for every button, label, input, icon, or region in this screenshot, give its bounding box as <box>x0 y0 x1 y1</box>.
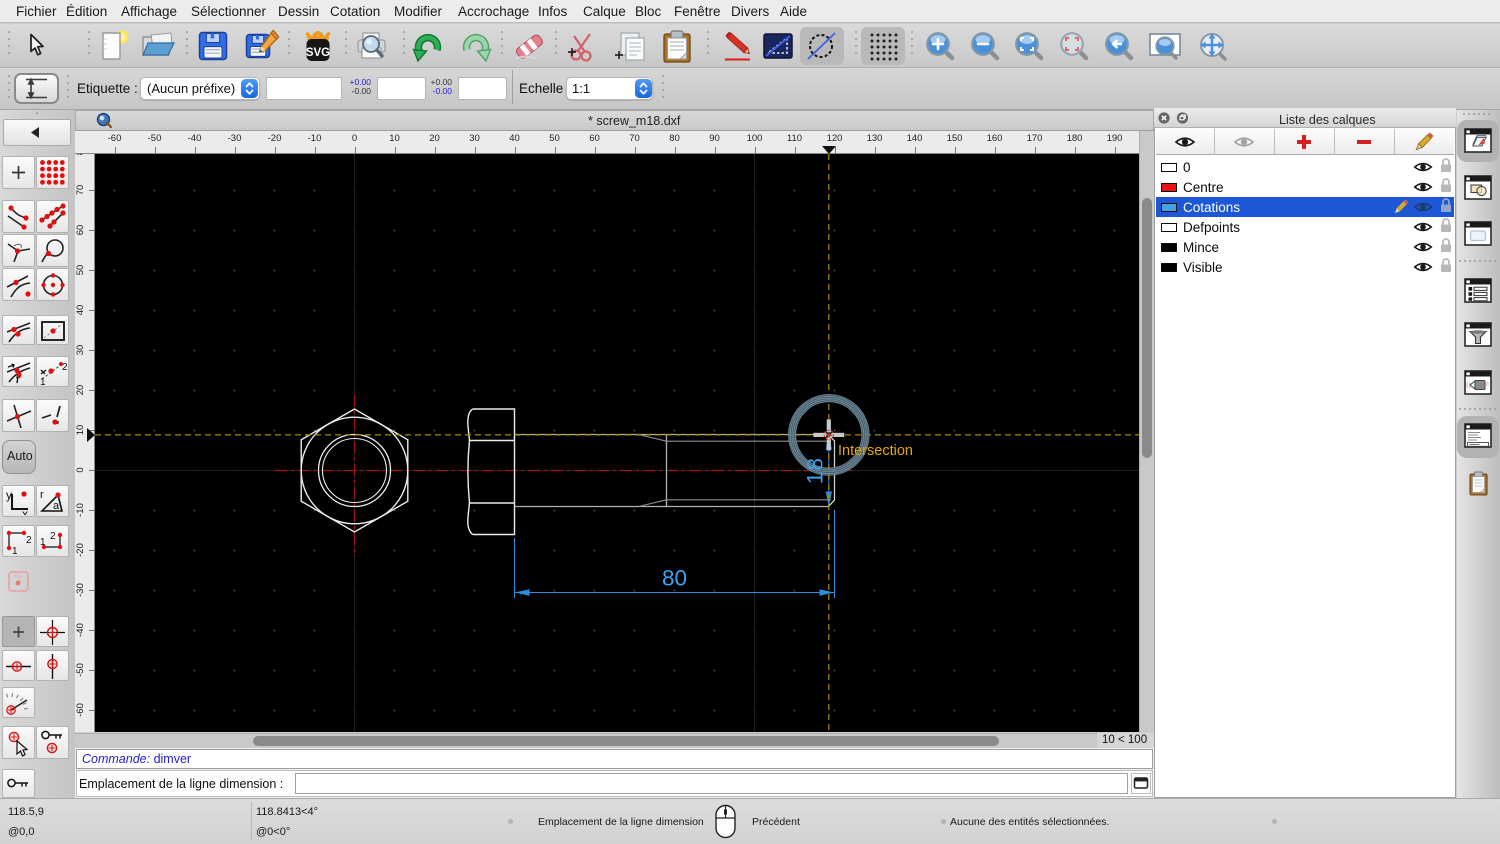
svg-text:2: 2 <box>26 535 32 546</box>
svg-text:Intersection: Intersection <box>838 443 913 459</box>
svg-text:1: 1 <box>12 546 18 555</box>
svg-text:r: r <box>40 489 44 501</box>
svg-text:1: 1 <box>40 377 46 385</box>
svg-text:2: 2 <box>50 531 56 542</box>
svg-text:SVG: SVG <box>306 47 330 59</box>
svg-text:80: 80 <box>662 566 687 591</box>
svg-text:1: 1 <box>40 537 46 548</box>
svg-text:a: a <box>53 500 60 512</box>
svg-text:2: 2 <box>62 362 67 373</box>
svg-text:y: y <box>6 488 12 502</box>
svg-text:x: x <box>22 507 28 515</box>
svg-text:18: 18 <box>803 457 828 484</box>
